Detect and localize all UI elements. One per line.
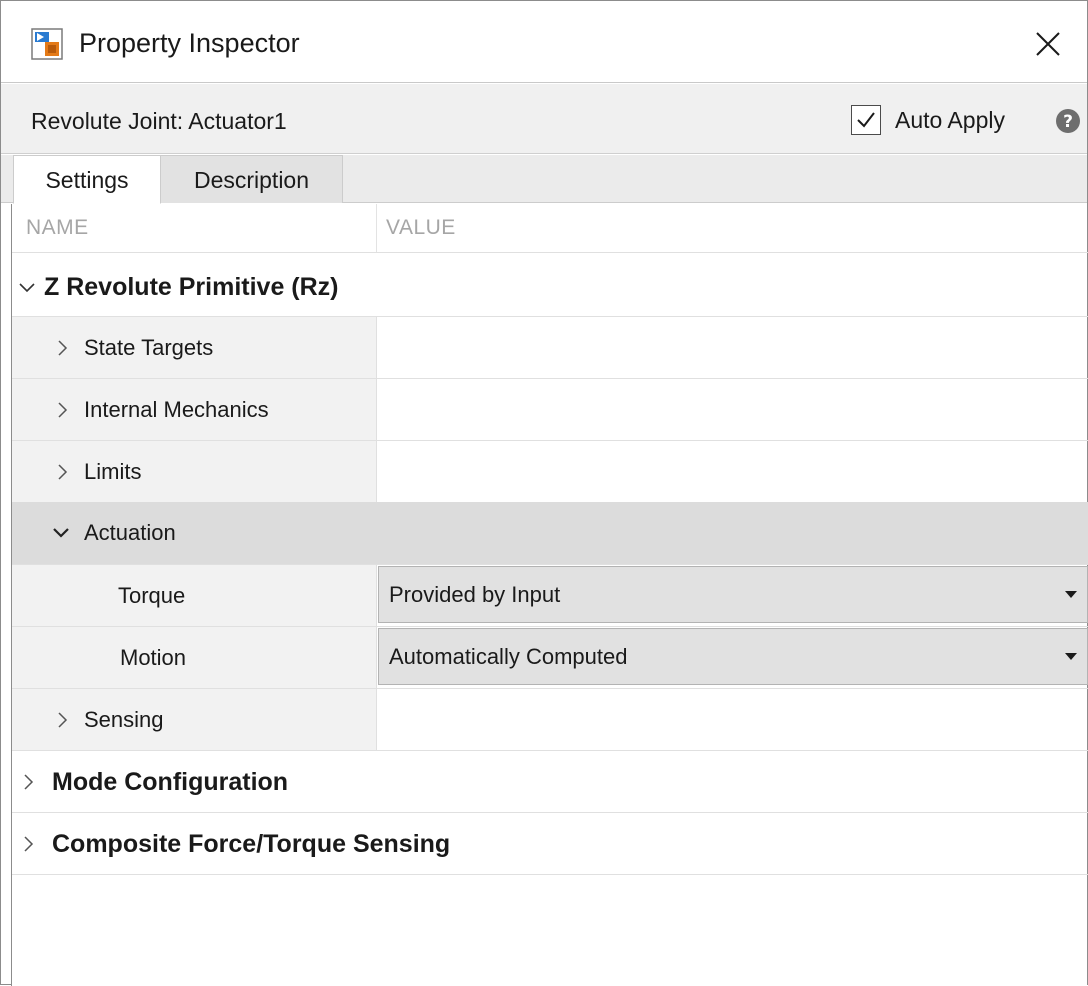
group-state-targets[interactable]: State Targets [12, 317, 1088, 379]
section-label: Composite Force/Torque Sensing [52, 830, 451, 858]
param-label: Motion [120, 645, 187, 670]
group-limits[interactable]: Limits [12, 441, 1088, 503]
section-z-revolute-primitive[interactable]: Z Revolute Primitive (Rz) [12, 256, 1088, 318]
svg-text:?: ? [1063, 112, 1073, 132]
auto-apply-label: Auto Apply [895, 106, 1005, 133]
group-label: Internal Mechanics [84, 397, 269, 422]
block-header-bar: Revolute Joint: Actuator1 Auto Apply ? [1, 84, 1087, 154]
window-title: Property Inspector [79, 28, 300, 58]
caret-down-icon[interactable] [1065, 591, 1077, 598]
chevron-right-icon[interactable] [54, 711, 72, 729]
chevron-right-icon[interactable] [54, 339, 72, 357]
group-sensing[interactable]: Sensing [12, 689, 1088, 751]
tab-description[interactable]: Description [161, 155, 343, 203]
checkmark-icon [857, 112, 875, 128]
chevron-right-icon[interactable] [54, 401, 72, 419]
group-label: Limits [84, 459, 142, 484]
column-header-value[interactable]: VALUE [386, 204, 456, 252]
tab-strip: Settings Description [1, 155, 1087, 204]
section-label: Z Revolute Primitive (Rz) [44, 273, 339, 301]
dropdown-value: Provided by Input [389, 582, 561, 607]
auto-apply-checkbox[interactable]: Auto Apply [851, 103, 1005, 137]
column-header-name[interactable]: NAME [26, 204, 89, 252]
dropdown-value: Automatically Computed [389, 644, 628, 669]
param-torque: Torque Provided by Input [12, 565, 1088, 627]
chevron-down-icon[interactable] [52, 524, 70, 542]
help-icon[interactable]: ? [1055, 108, 1081, 134]
param-label: Torque [118, 583, 186, 608]
group-label: Sensing [84, 707, 164, 732]
param-motion: Motion Automatically Computed [12, 627, 1088, 689]
close-icon[interactable] [1031, 27, 1065, 61]
section-composite-force-torque-sensing[interactable]: Composite Force/Torque Sensing [12, 813, 1088, 875]
chevron-right-icon[interactable] [54, 463, 72, 481]
title-bar: Property Inspector [1, 1, 1087, 83]
motion-dropdown[interactable]: Automatically Computed [378, 628, 1088, 685]
caret-down-icon[interactable] [1065, 653, 1077, 660]
checkbox-box[interactable] [851, 105, 881, 135]
group-label: State Targets [84, 335, 214, 360]
chevron-right-icon[interactable] [20, 773, 38, 791]
chevron-down-icon[interactable] [18, 279, 36, 297]
property-table: NAME VALUE Z Revolute Primitive (Rz) Sta… [11, 204, 1088, 986]
section-mode-configuration[interactable]: Mode Configuration [12, 751, 1088, 813]
group-internal-mechanics[interactable]: Internal Mechanics [12, 379, 1088, 441]
property-inspector-window: Property Inspector Revolute Joint: Actua… [0, 0, 1088, 986]
section-label: Mode Configuration [52, 768, 289, 796]
row-divider [12, 252, 1088, 253]
tab-settings[interactable]: Settings [13, 155, 161, 204]
row-divider [12, 874, 1088, 875]
simulink-block-icon [31, 28, 63, 60]
torque-dropdown[interactable]: Provided by Input [378, 566, 1088, 623]
block-name-label: Revolute Joint: Actuator1 [31, 108, 287, 134]
group-actuation[interactable]: Actuation [12, 502, 1088, 564]
chevron-right-icon[interactable] [20, 835, 38, 853]
group-label: Actuation [84, 520, 176, 545]
column-divider [376, 204, 377, 252]
